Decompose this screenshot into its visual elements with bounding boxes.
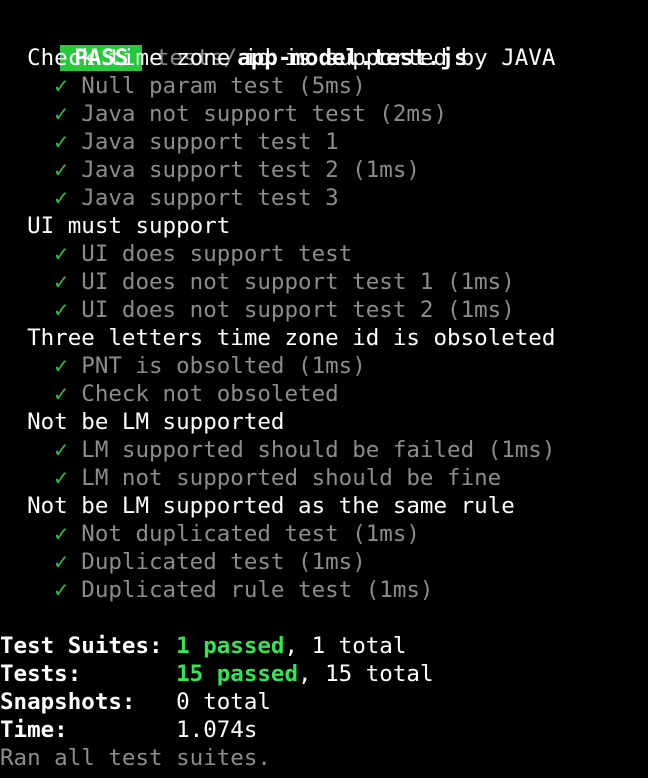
check-icon: ✓ <box>54 437 68 463</box>
check-icon: ✓ <box>54 381 68 407</box>
suite-heading: Not be LM supported <box>27 409 285 435</box>
summary-suites: Test Suites: 1 passed, 1 total <box>0 633 407 659</box>
test-file-header: PASS tests/app-model.test.js <box>0 16 468 71</box>
test-result-row: ✓ LM not supported should be fine <box>54 465 502 491</box>
test-result-row: ✓ Duplicated test (1ms) <box>54 549 366 575</box>
suite-heading: UI must support <box>27 213 231 239</box>
test-result-row: ✓ Java not support test (2ms) <box>54 101 448 127</box>
summary-tests: Tests: 15 passed, 15 total <box>0 661 434 687</box>
check-icon: ✓ <box>54 269 68 295</box>
check-icon: ✓ <box>54 129 68 155</box>
test-result-row: ✓ Java support test 1 <box>54 129 339 155</box>
terminal-window: PASS tests/app-model.test.js Check time … <box>0 0 648 778</box>
check-icon: ✓ <box>54 577 68 603</box>
check-icon: ✓ <box>54 353 68 379</box>
check-icon: ✓ <box>54 549 68 575</box>
test-result-row: ✓ Check not obsoleted <box>54 381 339 407</box>
check-icon: ✓ <box>54 185 68 211</box>
check-icon: ✓ <box>54 73 68 99</box>
test-result-row: ✓ Not duplicated test (1ms) <box>54 521 420 547</box>
test-result-row: ✓ Java support test 3 <box>54 185 339 211</box>
check-icon: ✓ <box>54 157 68 183</box>
suite-heading: Check time zone id is supported by JAVA <box>27 45 556 71</box>
summary-snapshots: Snapshots: 0 total <box>0 689 271 715</box>
test-result-row: ✓ UI does support test <box>54 241 353 267</box>
test-result-row: ✓ PNT is obsolted (1ms) <box>54 353 366 379</box>
test-result-row: ✓ LM supported should be failed (1ms) <box>54 437 556 463</box>
suite-heading: Three letters time zone id is obsoleted <box>27 325 556 351</box>
summary-time: Time: 1.074s <box>0 717 258 743</box>
suite-heading: Not be LM supported as the same rule <box>27 493 515 519</box>
check-icon: ✓ <box>54 465 68 491</box>
test-result-row: ✓ Java support test 2 (1ms) <box>54 157 420 183</box>
test-result-row: ✓ Null param test (5ms) <box>54 73 366 99</box>
check-icon: ✓ <box>54 241 68 267</box>
test-result-row: ✓ UI does not support test 2 (1ms) <box>54 297 515 323</box>
tests-passed-count: 15 passed <box>176 661 299 687</box>
test-result-row: ✓ Duplicated rule test (1ms) <box>54 577 434 603</box>
check-icon: ✓ <box>54 521 68 547</box>
suites-passed-count: 1 passed <box>176 633 285 659</box>
test-result-row: ✓ UI does not support test 1 (1ms) <box>54 269 515 295</box>
ran-all-message: Ran all test suites. <box>0 745 271 771</box>
check-icon: ✓ <box>54 101 68 127</box>
check-icon: ✓ <box>54 297 68 323</box>
